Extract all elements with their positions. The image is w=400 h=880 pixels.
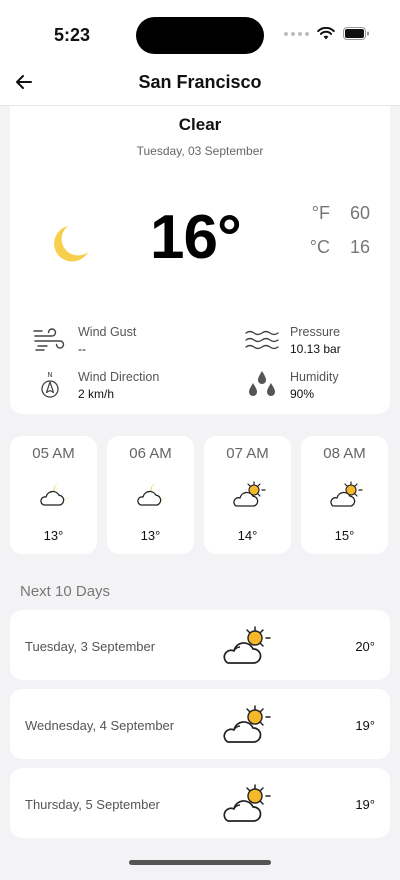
hour-label: 08 AM (323, 445, 366, 462)
partly-cloudy-icon (223, 705, 271, 743)
forecast-day-temp: 19° (355, 797, 375, 812)
status-time: 5:23 (54, 25, 91, 45)
detail-value: -- (78, 342, 86, 356)
unit-label-f: °F (311, 203, 330, 223)
compass-icon: N (41, 371, 59, 398)
detail-wind-direction: N Wind Direction 2 km/h (32, 370, 159, 401)
weather-screen: 5:23 San Francisco Clear Tuesday, 03 Sep… (0, 0, 400, 880)
cloudy-night-icon (40, 483, 69, 506)
current-weather-card: Clear Tuesday, 03 September 16° °F 60 °C… (10, 106, 390, 414)
hour-temp: 14° (237, 528, 258, 543)
forecast-day-row[interactable]: Tuesday, 3 September 20° (10, 610, 390, 680)
detail-label: Wind Gust (78, 325, 137, 339)
humidity-icon (249, 371, 275, 396)
forecast-section-title: Next 10 Days (20, 583, 111, 600)
fahrenheit-row: °F 60 (312, 203, 370, 224)
forecast-day-row[interactable]: Wednesday, 4 September 19° (10, 689, 390, 759)
home-indicator[interactable] (129, 860, 271, 865)
unit-value-c: 16 (349, 237, 370, 257)
hour-label: 07 AM (226, 445, 269, 462)
condition-label: Clear (178, 115, 222, 134)
forecast-day-temp: 20° (355, 639, 375, 654)
celsius-row: °C 16 (310, 237, 370, 258)
forecast-day-row[interactable]: Thursday, 5 September 19° (10, 768, 390, 838)
svg-text:N: N (47, 371, 52, 379)
hour-label: 06 AM (129, 445, 172, 462)
detail-humidity: Humidity 90% (244, 370, 339, 401)
forecast-day-label: Tuesday, 3 September (25, 639, 156, 654)
forecast-day-label: Thursday, 5 September (25, 797, 160, 812)
status-icons (284, 27, 370, 40)
partly-cloudy-icon (223, 784, 271, 822)
top-bar: 5:23 San Francisco (0, 0, 400, 106)
detail-label: Humidity (290, 370, 339, 384)
hour-temp: 13° (43, 528, 64, 543)
hourly-card[interactable]: 07 AM 14° (204, 436, 291, 554)
dynamic-island (136, 17, 264, 54)
detail-pressure: Pressure 10.13 bar (244, 325, 341, 356)
detail-wind-gust: Wind Gust -- (32, 325, 136, 356)
partly-cloudy-icon (233, 481, 266, 507)
wifi-icon (317, 27, 335, 40)
unit-value-f: 60 (349, 203, 370, 223)
hourly-card[interactable]: 08 AM 15° (301, 436, 388, 554)
pressure-icon (245, 330, 279, 350)
page-title: San Francisco (138, 72, 262, 92)
partly-cloudy-icon (223, 626, 271, 664)
unit-label-c: °C (309, 237, 330, 257)
detail-label: Pressure (290, 325, 341, 339)
hour-label: 05 AM (32, 445, 75, 462)
detail-value: 10.13 bar (290, 342, 341, 356)
current-date: Tuesday, 03 September (136, 144, 264, 158)
cellular-signal-icon (284, 31, 309, 36)
hour-temp: 15° (334, 528, 355, 543)
hourly-card[interactable]: 06 AM 13° (107, 436, 194, 554)
wind-icon (33, 328, 65, 351)
current-temperature: 16° (150, 203, 242, 272)
partly-cloudy-icon (330, 481, 363, 507)
battery-icon (343, 27, 369, 40)
forecast-day-temp: 19° (355, 718, 375, 733)
forecast-day-label: Wednesday, 4 September (25, 718, 175, 733)
hourly-card[interactable]: 05 AM 13° (10, 436, 97, 554)
detail-label: Wind Direction (78, 370, 160, 384)
detail-value: 90% (290, 387, 315, 401)
detail-value: 2 km/h (78, 387, 115, 401)
hour-temp: 13° (140, 528, 161, 543)
moon-icon (54, 226, 88, 262)
cloudy-night-icon (137, 483, 166, 506)
